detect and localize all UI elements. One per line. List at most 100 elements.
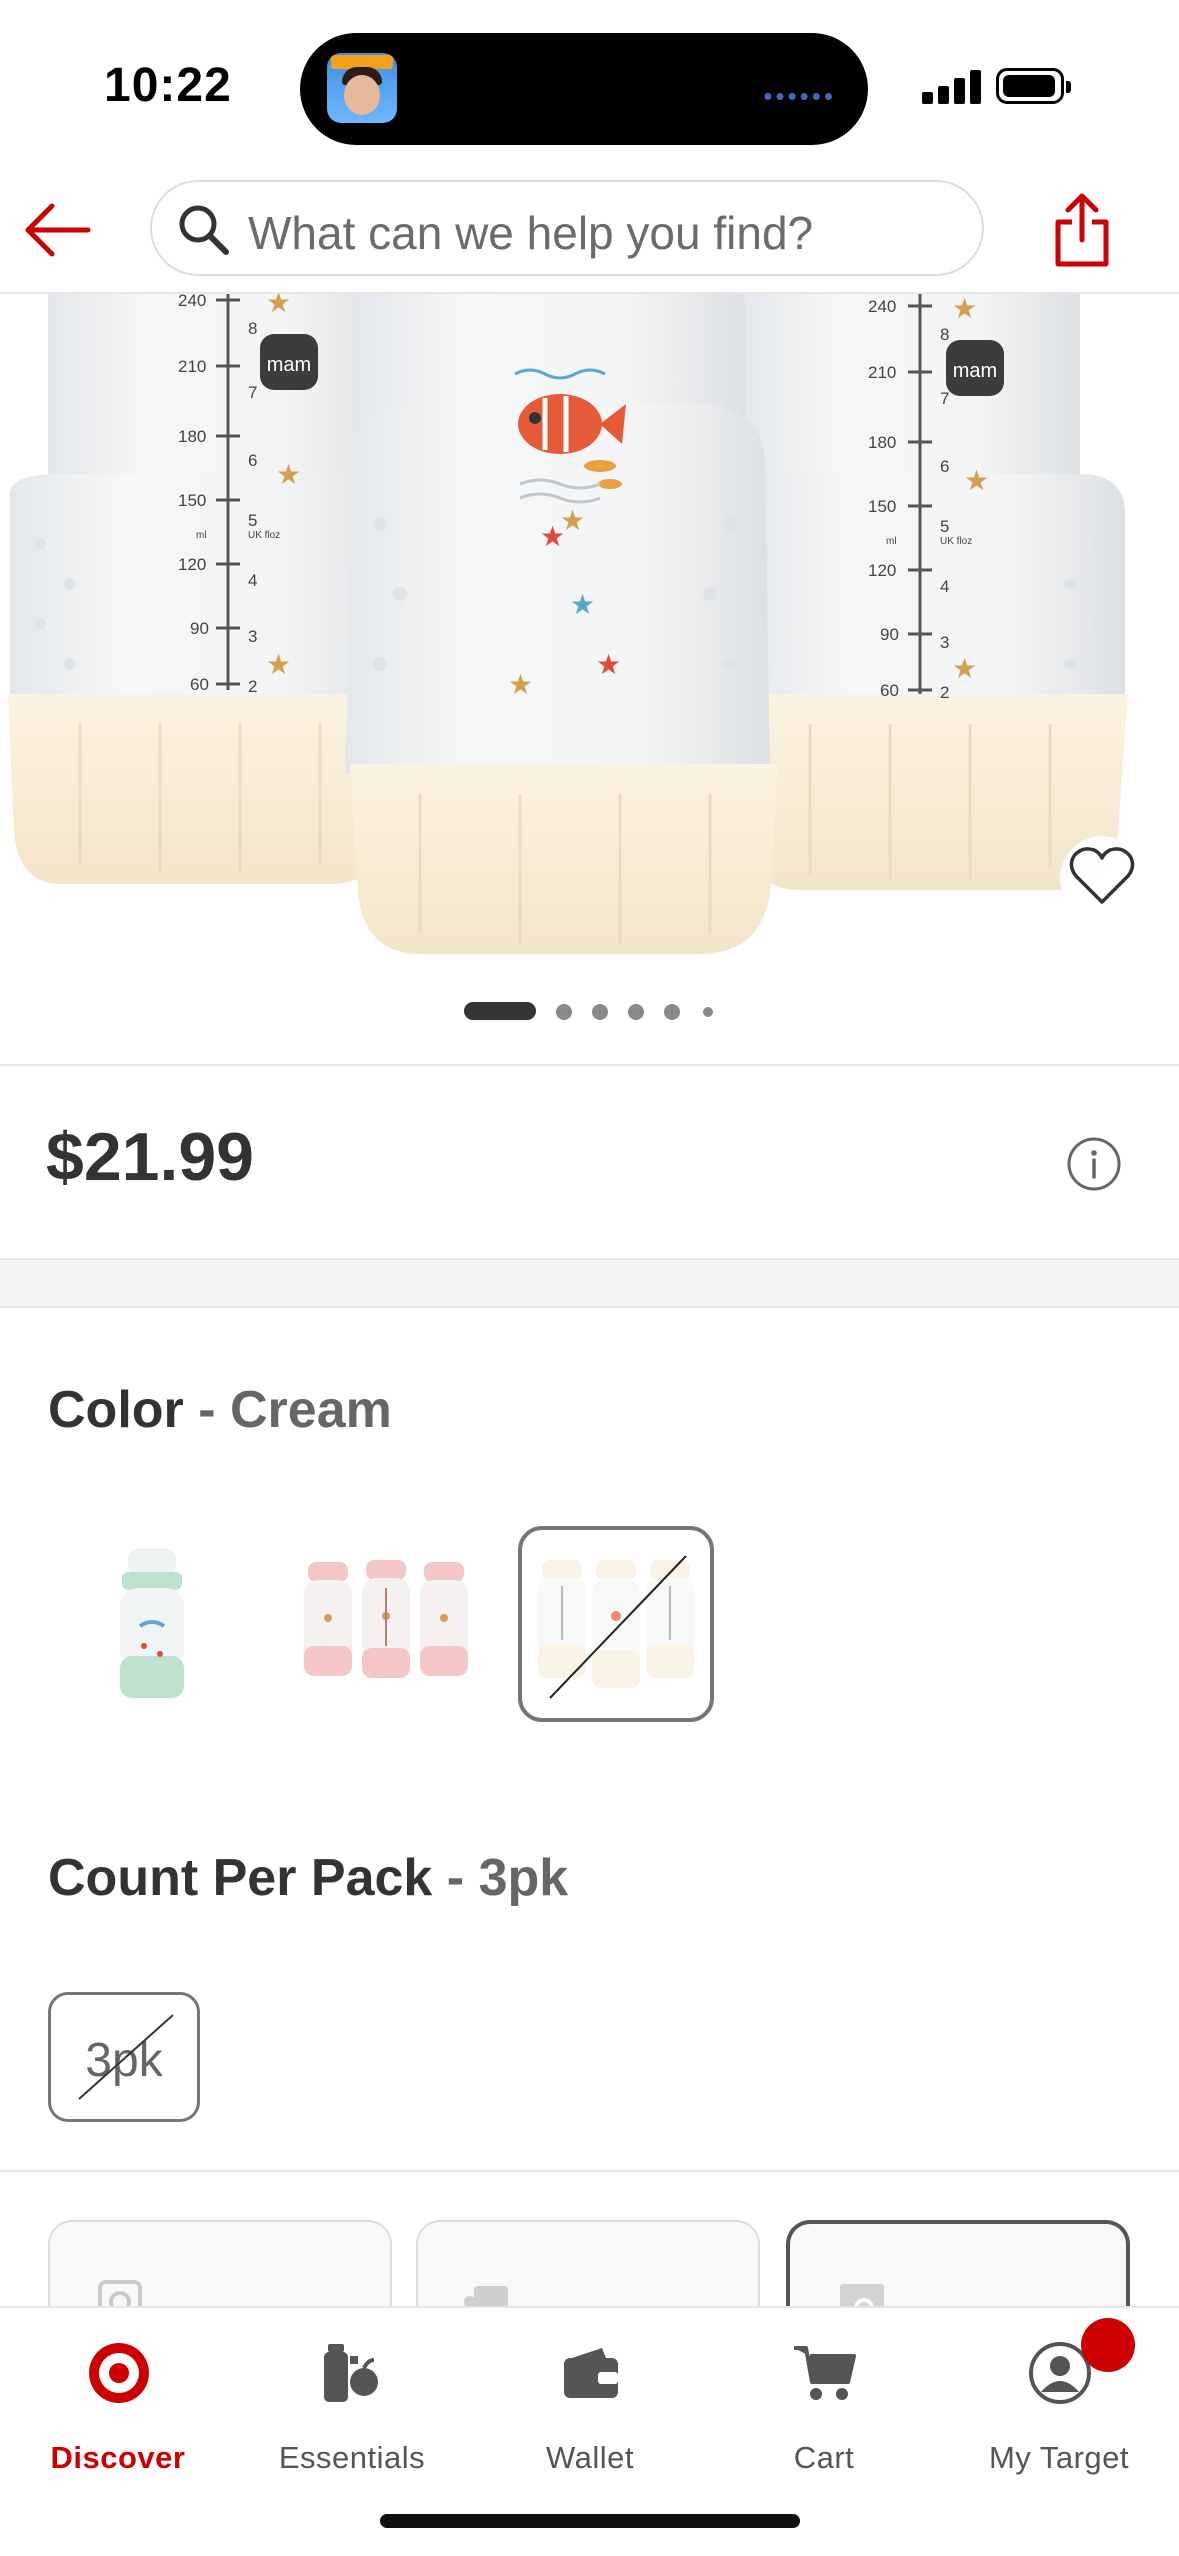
status-bar: 10:22 •••••• [0,0,1179,170]
home-indicator[interactable] [380,2514,800,2528]
svg-text:★: ★ [596,648,621,681]
carousel-dot[interactable] [664,1004,680,1020]
carousel-dot[interactable] [703,1007,713,1017]
shipping-box-icon [840,2284,884,2310]
svg-text:180: 180 [178,427,206,446]
color-label: Color - Cream [48,1380,392,1440]
svg-text:120: 120 [868,561,896,580]
svg-text:★: ★ [952,294,977,325]
svg-text:2: 2 [940,683,949,702]
product-price: $21.99 [46,1119,254,1195]
target-logo-icon [89,2343,149,2403]
svg-text:210: 210 [178,357,206,376]
notification-badge [1081,2318,1135,2372]
battery-icon [996,68,1071,104]
tab-essentials[interactable]: Essentials [234,2330,470,2480]
carousel-dot-active[interactable] [464,1002,536,1020]
svg-text:7: 7 [248,383,257,402]
carousel-pagination [0,1000,1179,1024]
svg-text:ml: ml [196,530,207,541]
tab-my-target-label: My Target [988,2440,1130,2475]
section-separator [0,1258,1179,1308]
search-placeholder: What can we help you find? [248,207,814,259]
color-swatch-green[interactable] [52,1526,248,1722]
tab-cart-label: Cart [793,2440,855,2475]
svg-text:150: 150 [868,497,896,516]
info-icon[interactable] [1066,1136,1122,1192]
svg-text:2: 2 [248,677,257,696]
tab-discover-label: Discover [50,2440,186,2475]
product-image-carousel[interactable]: 240 210 180 150 120 90 60 8765 432 ml UK floz … [0,294,1179,954]
count-selected-value: 3pk [478,1849,569,1907]
count-label-text: Count Per Pack [48,1849,433,1907]
audio-activity-icon: •••••• [763,81,836,111]
svg-text:6: 6 [940,457,949,476]
color-swatch-pink[interactable] [288,1526,484,1722]
status-time: 10:22 [104,59,232,112]
svg-text:60: 60 [190,675,209,694]
fulfillment-option-pickup[interactable] [48,2220,392,2310]
tab-essentials-label: Essentials [278,2440,426,2475]
svg-text:★: ★ [570,588,595,621]
essentials-icon [324,2344,378,2402]
svg-text:6: 6 [248,451,257,470]
svg-text:UK floz: UK floz [248,530,280,541]
product-photo: 240210180150 1209060 8765 432 ml UK floz … [8,294,1128,954]
svg-text:ml: ml [886,536,897,547]
back-arrow-icon[interactable] [22,200,92,260]
search-input[interactable]: What can we help you find? [150,180,984,276]
top-navigation: What can we help you find? [0,170,1179,294]
count-option-3pk[interactable]: 3pk [48,1992,200,2122]
svg-text:★: ★ [276,458,301,491]
color-label-separator: - [183,1381,230,1439]
favorite-button[interactable] [1060,836,1144,920]
divider [0,1064,1179,1066]
now-playing-thumbnail[interactable] [327,53,397,123]
svg-text:5: 5 [940,517,949,536]
svg-text:60: 60 [880,681,899,700]
svg-text:mam: mam [953,360,997,382]
svg-text:8: 8 [940,325,949,344]
cart-icon [794,2346,856,2400]
svg-text:180: 180 [868,433,896,452]
divider [0,2170,1179,2172]
svg-text:mam: mam [267,354,311,376]
fulfillment-option-delivery[interactable] [416,2220,760,2310]
color-swatch-cream-selected[interactable] [518,1526,714,1722]
carousel-dot[interactable] [628,1004,644,1020]
svg-text:★: ★ [952,652,977,685]
tab-wallet[interactable]: Wallet [472,2330,708,2480]
dynamic-island[interactable]: •••••• [300,33,868,145]
fulfillment-option-shipping[interactable] [786,2220,1130,2310]
svg-text:7: 7 [940,389,949,408]
color-selected-value: Cream [229,1381,392,1439]
carousel-dot[interactable] [556,1004,572,1020]
svg-text:3: 3 [248,627,257,646]
tab-cart[interactable]: Cart [706,2330,942,2480]
svg-text:8: 8 [248,319,257,338]
svg-text:4: 4 [248,571,257,590]
color-label-text: Color [48,1381,184,1439]
svg-text:★: ★ [266,648,291,681]
cellular-signal-icon [922,70,982,104]
wallet-icon [564,2348,618,2398]
tab-discover[interactable]: Discover [0,2330,236,2480]
svg-text:★: ★ [266,294,291,319]
delivery-bag-icon [464,2286,508,2310]
svg-text:3: 3 [940,633,949,652]
svg-text:150: 150 [178,491,206,510]
svg-text:5: 5 [248,511,257,530]
svg-text:240: 240 [178,294,206,310]
share-icon[interactable] [1052,190,1112,270]
carousel-dot[interactable] [592,1004,608,1020]
svg-text:90: 90 [190,619,209,638]
tab-my-target[interactable]: My Target [941,2330,1177,2480]
count-per-pack-label: Count Per Pack - 3pk [48,1848,568,1908]
svg-text:★: ★ [508,668,533,701]
svg-text:240: 240 [868,297,896,316]
svg-text:4: 4 [940,577,949,596]
svg-text:210: 210 [868,363,896,382]
svg-text:UK floz: UK floz [940,536,972,547]
search-icon [179,205,229,255]
svg-text:★: ★ [560,504,585,537]
